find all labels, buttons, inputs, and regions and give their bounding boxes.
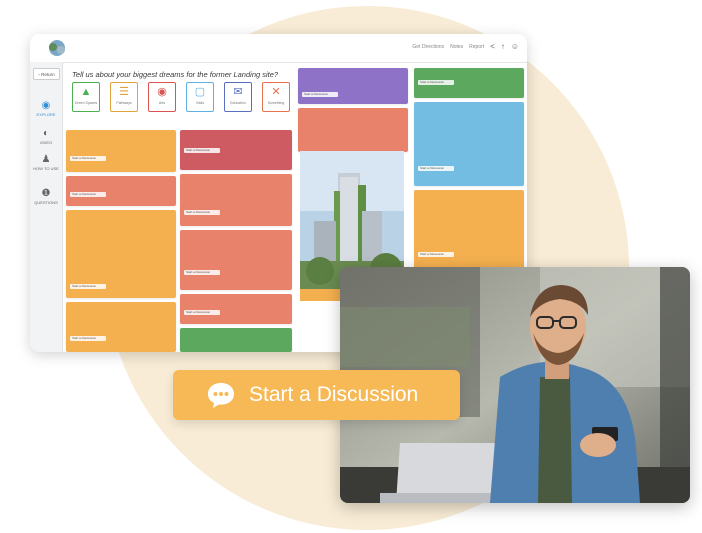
topbar-link-notes[interactable]: Notes: [450, 44, 463, 50]
app-logo: [49, 40, 65, 56]
upload-icon[interactable]: ↑: [501, 43, 505, 51]
idea-card[interactable]: Start a Discussion: [180, 130, 292, 170]
sidebar-item-how-to-use[interactable]: ♟ HOW TO USE: [30, 154, 62, 171]
idea-card[interactable]: Start a Discussion: [298, 68, 408, 104]
topbar-link-report[interactable]: Report: [469, 44, 484, 50]
idea-card[interactable]: [298, 108, 408, 152]
idea-card[interactable]: Start a Discussion: [414, 190, 524, 272]
category-label: Pathways: [116, 101, 132, 105]
discussion-pill[interactable]: Start a Discussion: [70, 336, 106, 341]
category-label: Arts: [158, 101, 166, 105]
category-visits[interactable]: ▢ Visits: [186, 82, 214, 112]
category-other[interactable]: ✕ Something: [262, 82, 290, 112]
discussion-pill[interactable]: Start a Discussion: [70, 192, 106, 197]
topbar-actions: Get Directions Notes Report < ↑ ☺: [412, 43, 519, 51]
idea-card[interactable]: Start a Discussion: [66, 130, 176, 172]
start-discussion-label: Start a Discussion: [249, 383, 419, 406]
category-label: Something: [267, 101, 285, 105]
category-label: Green Spaces: [74, 101, 98, 105]
chat-icon: ✉: [233, 86, 243, 98]
idea-card[interactable]: [180, 328, 292, 352]
category-label: Education: [230, 101, 246, 105]
topbar-link-directions[interactable]: Get Directions: [412, 44, 444, 50]
category-arts[interactable]: ◉ Arts: [148, 82, 176, 112]
idea-card[interactable]: Start a Discussion: [66, 302, 176, 352]
sidebar-item-questions[interactable]: ❶ QUESTIONS: [30, 188, 62, 205]
idea-card[interactable]: Start a Discussion: [180, 174, 292, 226]
people-icon: ♟: [41, 154, 51, 165]
discussion-pill[interactable]: Start a Discussion: [418, 80, 454, 85]
x-icon: ✕: [271, 86, 281, 98]
page-question: Tell us about your biggest dreams for th…: [72, 70, 279, 79]
share-icon[interactable]: <: [490, 43, 495, 51]
discussion-pill[interactable]: Start a Discussion: [418, 166, 454, 171]
app-topbar: Get Directions Notes Report < ↑ ☺: [30, 34, 527, 63]
user-icon[interactable]: ☺: [511, 43, 519, 51]
category-label: Visits: [195, 101, 205, 105]
discussion-pill[interactable]: Start a Discussion: [184, 210, 220, 215]
tree-icon: ▲: [80, 86, 92, 98]
discussion-pill[interactable]: Start a Discussion: [70, 156, 106, 161]
return-button[interactable]: ‹ Return: [33, 68, 60, 80]
start-discussion-button[interactable]: Start a Discussion: [173, 370, 460, 420]
discussion-pill[interactable]: Start a Discussion: [184, 148, 220, 153]
sidebar-item-video[interactable]: ◐ VIDEO: [30, 128, 62, 145]
map-pin-icon: ◉: [41, 100, 51, 111]
discussion-pill[interactable]: Start a Discussion: [184, 270, 220, 275]
visit-icon: ▢: [194, 86, 206, 98]
idea-card[interactable]: Start a Discussion: [180, 230, 292, 290]
idea-card[interactable]: Start a Discussion: [414, 68, 524, 98]
idea-card[interactable]: Start a Discussion: [414, 102, 524, 186]
category-pathways[interactable]: ☰ Pathways: [110, 82, 138, 112]
discussion-pill[interactable]: Start a Discussion: [184, 310, 220, 315]
idea-card[interactable]: Start a Discussion: [180, 294, 292, 324]
info-icon: ❶: [41, 188, 51, 199]
return-label: Return: [41, 71, 55, 77]
sidebar: ‹ Return ◉ EXPLORE ◐ VIDEO ♟ HOW TO USE …: [30, 62, 63, 352]
sidebar-item-explore[interactable]: ◉ EXPLORE: [30, 100, 62, 117]
path-icon: ☰: [119, 86, 129, 98]
discussion-pill[interactable]: Start a Discussion: [418, 252, 454, 257]
globe-icon: ◐: [42, 128, 50, 139]
sidebar-item-label: VIDEO: [39, 140, 53, 145]
category-green-spaces[interactable]: ▲ Green Spaces: [72, 82, 100, 112]
speech-bubble-icon: [208, 383, 234, 408]
discussion-pill[interactable]: Start a Discussion: [70, 284, 106, 289]
idea-card[interactable]: Start a Discussion: [66, 210, 176, 298]
idea-card[interactable]: Start a Discussion: [66, 176, 176, 206]
sidebar-item-label: HOW TO USE: [33, 166, 59, 171]
sidebar-item-label: QUESTIONS: [34, 200, 58, 205]
sidebar-item-label: EXPLORE: [36, 112, 56, 117]
category-education[interactable]: ✉ Education: [224, 82, 252, 112]
palette-icon: ◉: [157, 86, 167, 98]
discussion-pill[interactable]: Start a Discussion: [302, 92, 338, 97]
